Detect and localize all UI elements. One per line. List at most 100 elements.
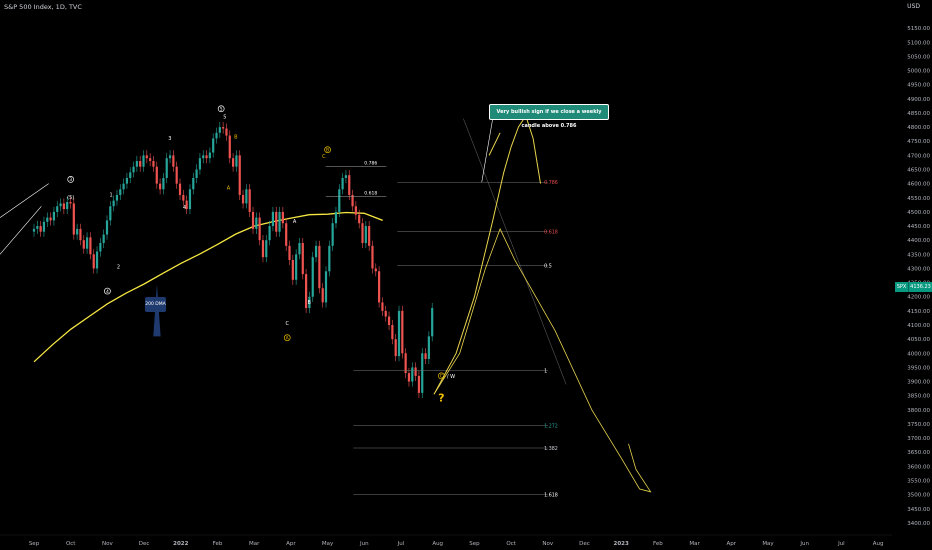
y-tick-label: 4650.00	[907, 168, 930, 174]
candle-body	[328, 245, 331, 272]
candle-body	[59, 203, 62, 207]
candle-body	[295, 254, 298, 280]
x-tick-label: Sep	[469, 541, 480, 547]
bullish-scenario-path	[433, 114, 541, 395]
y-tick-label: 3900.00	[907, 380, 930, 386]
x-tick-label: Mar	[249, 541, 260, 547]
candle-body	[351, 194, 354, 207]
y-tick-label: 4950.00	[907, 83, 930, 89]
candle-body	[331, 223, 334, 246]
candle-body	[205, 155, 208, 159]
candle-body	[76, 228, 79, 235]
y-tick-label: 4100.00	[907, 323, 930, 329]
candle-body	[301, 243, 304, 275]
candle-body	[364, 226, 367, 244]
price-chart[interactable]: 3400.00 3450.00 3500.00 3550.00 3600.00 3650.…	[0, 0, 932, 550]
candle-body	[89, 237, 92, 255]
candle-body	[387, 316, 391, 326]
y-tick-label: 5100.00	[907, 40, 930, 46]
candle-body	[105, 220, 109, 235]
candle-body	[155, 166, 158, 184]
x-tick-label: Mar	[689, 541, 700, 547]
candle-body	[361, 223, 364, 244]
candle-body	[231, 158, 235, 167]
candle-body	[344, 175, 348, 178]
candle-body	[354, 206, 357, 215]
wave-label: A	[293, 219, 297, 225]
candle-body	[311, 257, 314, 297]
chart-title: S&P 500 Index, 1D, TVC	[4, 3, 82, 11]
x-tick-label: Aug	[873, 541, 884, 547]
candle-body	[378, 271, 381, 303]
candle-body	[215, 132, 218, 139]
candle-body	[145, 155, 148, 159]
y-tick-label: 4300.00	[907, 266, 930, 272]
candle-body	[36, 226, 39, 229]
y-tick-label: 4550.00	[907, 196, 930, 202]
y-tick-label: 3400.00	[907, 521, 930, 527]
candle-body	[129, 172, 132, 178]
candle-body	[251, 211, 255, 229]
circled-wave-label: A	[286, 335, 290, 341]
candle-body	[172, 155, 175, 167]
candle-body	[198, 158, 202, 170]
x-tick-label: Dec	[139, 541, 150, 547]
y-tick-label: 4350.00	[907, 252, 930, 258]
candle-body	[122, 183, 125, 190]
y-tick-label: 4850.00	[907, 111, 930, 117]
candle-body	[62, 203, 65, 210]
candle-body	[424, 353, 427, 359]
candle-body	[288, 245, 291, 260]
candle-body	[212, 138, 215, 153]
candle-body	[119, 189, 122, 195]
candle-body	[291, 259, 294, 280]
candle-body	[421, 353, 424, 393]
currency-label: USD	[907, 3, 920, 10]
wave-label: 1	[109, 192, 112, 198]
candle-body	[158, 183, 162, 190]
candle-body	[99, 243, 102, 252]
last-price-badge: SPX 4136.23	[895, 282, 932, 292]
y-tick-label: 4700.00	[907, 153, 930, 159]
candle-body	[314, 245, 318, 258]
y-tick-label: 3700.00	[907, 436, 930, 442]
x-tick-label: Nov	[542, 541, 553, 547]
fib-projection-label: 1.272	[544, 423, 558, 429]
fib-projection-label: 0.618	[544, 230, 558, 236]
candle-body	[431, 308, 434, 337]
wave-label: (5)	[67, 195, 74, 201]
wave-label: B	[234, 134, 238, 140]
question-mark: ?	[438, 391, 444, 404]
candle-body	[195, 169, 198, 178]
candle-body	[109, 206, 112, 221]
candle-body	[165, 158, 168, 178]
x-tick-label: May	[322, 541, 334, 547]
candle-body	[82, 240, 85, 249]
candle-body	[192, 177, 195, 190]
candle-body	[271, 211, 275, 227]
x-tick-label: Jul	[397, 541, 405, 547]
candle-body	[374, 268, 377, 272]
candle-body	[152, 161, 155, 167]
circled-wave-label: 4	[106, 289, 109, 295]
candle-body	[112, 200, 115, 207]
candle-body	[125, 177, 129, 184]
trend-line	[0, 183, 49, 218]
callout-pointer	[481, 116, 494, 183]
candle-body	[245, 189, 248, 204]
candle-body	[142, 155, 145, 167]
x-tick-label: Jun	[799, 541, 809, 547]
candle-body	[182, 194, 185, 201]
y-tick-label: 3600.00	[907, 464, 930, 470]
x-tick-label: 2022	[173, 541, 188, 547]
candle-body	[298, 243, 301, 255]
candle-body	[168, 155, 172, 159]
candle-body	[208, 152, 211, 159]
y-tick-label: 3750.00	[907, 422, 930, 428]
x-tick-label: Nov	[102, 541, 113, 547]
y-tick-label: 5000.00	[907, 69, 930, 75]
x-tick-label: Feb	[653, 541, 663, 547]
candle-body	[321, 288, 324, 303]
candle-body	[397, 310, 401, 357]
x-tick-label: Dec	[579, 541, 590, 547]
